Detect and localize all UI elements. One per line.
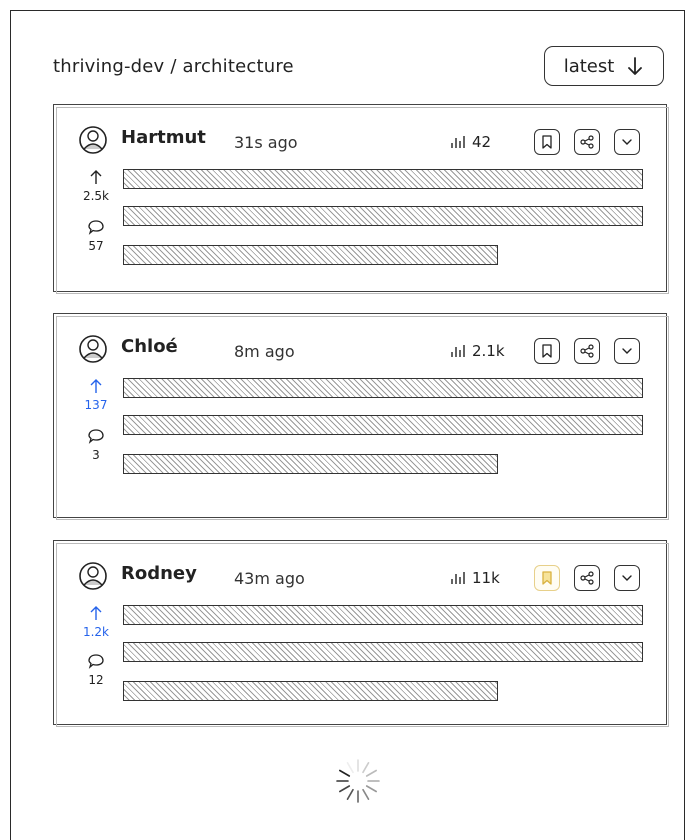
- post-time: 31s ago: [234, 133, 298, 152]
- content-placeholder-line: [123, 681, 498, 701]
- view-count-value: 11k: [472, 569, 500, 587]
- more-options-button[interactable]: [614, 565, 640, 591]
- comment-count: 57: [88, 239, 104, 253]
- upvote-control[interactable]: 2.5k: [76, 169, 116, 203]
- chevron-down-icon: [622, 575, 632, 581]
- view-count-value: 42: [472, 133, 492, 151]
- content-placeholder-line: [123, 206, 643, 226]
- comment-icon: [88, 654, 104, 669]
- bookmark-icon: [542, 135, 552, 149]
- view-count: 11k: [450, 569, 500, 587]
- content-placeholder-line: [123, 415, 643, 435]
- share-button[interactable]: [574, 338, 600, 364]
- bar-chart-icon: [451, 572, 465, 584]
- content-placeholder-line: [123, 245, 498, 265]
- user-avatar-icon: [79, 562, 107, 590]
- share-icon: [580, 344, 594, 358]
- bookmark-icon: [542, 344, 552, 358]
- content-placeholder-line: [123, 169, 643, 189]
- arrow-down-icon: [628, 57, 643, 75]
- post-card[interactable]: Rodney 43m ago 11k 1.2k 12: [53, 540, 669, 727]
- loading-spinner-icon: [336, 759, 380, 803]
- comment-count: 12: [88, 673, 104, 687]
- bookmark-button[interactable]: [534, 129, 560, 155]
- content-placeholder-line: [123, 642, 643, 662]
- view-count: 42: [450, 133, 491, 151]
- chevron-down-icon: [622, 348, 632, 354]
- arrow-up-icon: [90, 379, 102, 393]
- share-button[interactable]: [574, 565, 600, 591]
- share-icon: [580, 135, 594, 149]
- post-card[interactable]: Chloé 8m ago 2.1k 137 3: [53, 313, 669, 520]
- share-icon: [580, 571, 594, 585]
- post-card[interactable]: Hartmut 31s ago 42 2.5k 57: [53, 104, 669, 294]
- view-count: 2.1k: [450, 342, 505, 360]
- vote-count: 2.5k: [82, 189, 110, 203]
- comment-control[interactable]: 57: [76, 219, 116, 253]
- bookmark-icon: [542, 571, 552, 585]
- more-options-button[interactable]: [614, 129, 640, 155]
- view-count-value: 2.1k: [472, 342, 505, 360]
- sort-label: latest: [563, 55, 615, 77]
- upvote-control[interactable]: 1.2k: [76, 605, 116, 639]
- comment-icon: [88, 220, 104, 235]
- user-avatar-icon: [79, 126, 107, 154]
- bar-chart-icon: [451, 136, 465, 148]
- user-avatar-icon: [79, 335, 107, 363]
- author-name[interactable]: Rodney: [121, 563, 197, 584]
- vote-count: 1.2k: [82, 625, 110, 639]
- vote-count: 137: [84, 398, 108, 412]
- comment-icon: [88, 429, 104, 444]
- comment-control[interactable]: 3: [76, 428, 116, 462]
- page-title: thriving-dev / architecture: [53, 56, 294, 77]
- sort-button[interactable]: latest: [544, 46, 664, 86]
- content-placeholder-line: [123, 454, 498, 474]
- comment-count: 3: [92, 448, 100, 462]
- bookmark-button[interactable]: [534, 565, 560, 591]
- bar-chart-icon: [451, 345, 465, 357]
- share-button[interactable]: [574, 129, 600, 155]
- more-options-button[interactable]: [614, 338, 640, 364]
- comment-control[interactable]: 12: [76, 653, 116, 687]
- arrow-up-icon: [90, 606, 102, 620]
- author-name[interactable]: Hartmut: [121, 127, 206, 148]
- author-name[interactable]: Chloé: [121, 336, 178, 357]
- bookmark-button[interactable]: [534, 338, 560, 364]
- post-time: 43m ago: [234, 569, 305, 588]
- arrow-up-icon: [90, 170, 102, 184]
- content-placeholder-line: [123, 605, 643, 625]
- content-placeholder-line: [123, 378, 643, 398]
- chevron-down-icon: [622, 139, 632, 145]
- post-time: 8m ago: [234, 342, 295, 361]
- upvote-control[interactable]: 137: [76, 378, 116, 412]
